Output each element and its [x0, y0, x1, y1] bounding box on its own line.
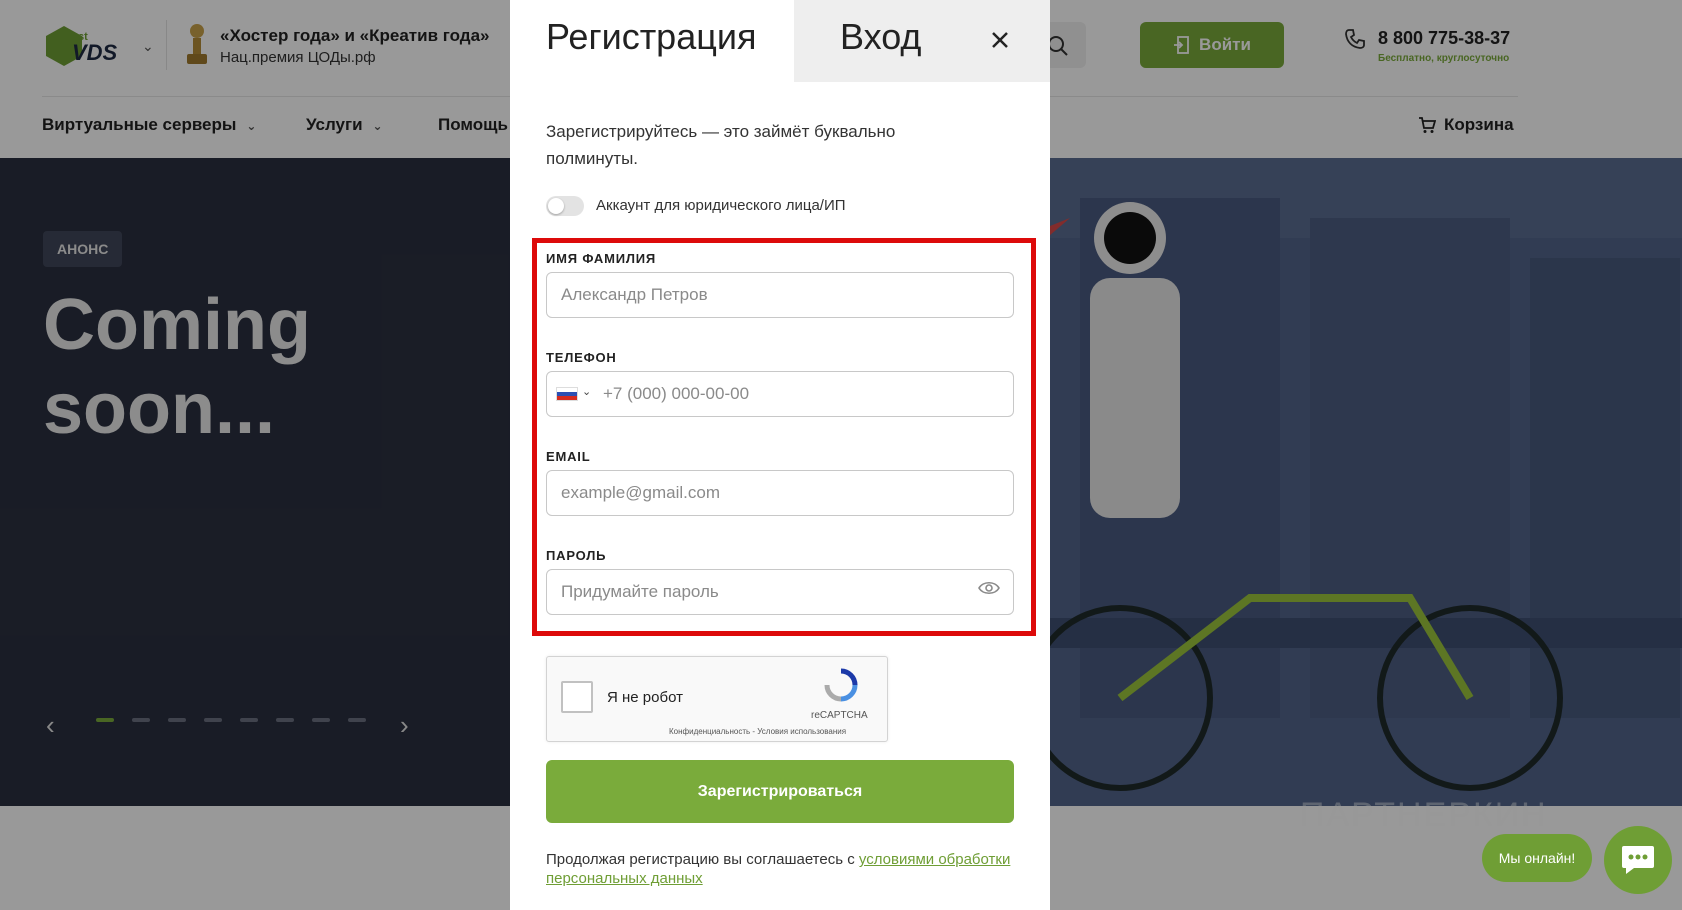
email-label: EMAIL [546, 449, 591, 464]
close-icon[interactable] [986, 26, 1014, 54]
name-field[interactable] [546, 272, 1014, 318]
consent-prefix: Продолжая регистрацию вы соглашаетесь с [546, 851, 859, 868]
russia-flag-icon[interactable] [556, 387, 578, 401]
online-chat-label[interactable]: Мы онлайн! [1482, 834, 1592, 882]
password-label: ПАРОЛЬ [546, 548, 607, 563]
tab-register[interactable]: Регистрация [510, 0, 794, 82]
chat-button[interactable] [1604, 826, 1672, 894]
chat-icon [1622, 846, 1654, 874]
legal-entity-toggle-label: Аккаунт для юридического лица/ИП [596, 197, 846, 214]
register-button[interactable]: Зарегистрироваться [546, 760, 1014, 823]
tab-login[interactable]: Вход [794, 0, 1050, 82]
modal-intro: Зарегистрируйтесь — это займёт буквально… [546, 122, 896, 168]
legal-entity-toggle[interactable] [546, 196, 584, 216]
recaptcha-icon [824, 668, 858, 702]
chevron-down-icon[interactable]: ⌄ [582, 385, 591, 398]
recaptcha-links[interactable]: Конфиденциальность - Условия использован… [669, 727, 846, 736]
recaptcha-label: Я не робот [607, 689, 683, 706]
name-label: ИМЯ ФАМИЛИЯ [546, 251, 657, 266]
email-field[interactable] [546, 470, 1014, 516]
tab-login-label: Вход [840, 16, 922, 57]
recaptcha-checkbox[interactable] [561, 681, 593, 713]
consent-text: Продолжая регистрацию вы соглашаетесь с … [546, 850, 1014, 888]
phone-field[interactable] [546, 371, 1014, 417]
tab-register-label: Регистрация [546, 16, 757, 57]
registration-modal: Регистрация Вход Зарегистрируйтесь — это… [510, 0, 1050, 910]
phone-label: ТЕЛЕФОН [546, 350, 617, 365]
modal-tabs: Регистрация Вход [510, 0, 1050, 82]
watermark: ПАРТНЕРКИН [1300, 796, 1548, 834]
recaptcha-widget: Я не робот reCAPTCHA Конфиденциальность … [546, 656, 888, 742]
recaptcha-brand: reCAPTCHA [811, 710, 868, 721]
password-field[interactable] [546, 569, 1014, 615]
eye-icon[interactable] [978, 580, 1000, 596]
